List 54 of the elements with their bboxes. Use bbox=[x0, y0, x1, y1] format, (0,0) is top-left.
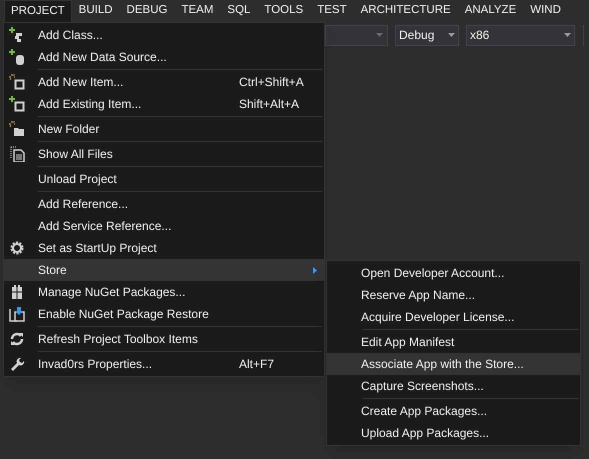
menu-tab[interactable]: TOOLS bbox=[257, 0, 310, 22]
menu-tab[interactable]: ARCHITECTURE bbox=[354, 0, 458, 22]
menu-item[interactable]: Show All Files bbox=[4, 143, 324, 165]
existing-item-icon bbox=[9, 96, 25, 112]
shortcut-label: Ctrl+Shift+A bbox=[239, 74, 304, 91]
shortcut-label: Shift+Alt+A bbox=[239, 96, 300, 113]
shortcut-label: Alt+F7 bbox=[239, 356, 274, 373]
menu-item[interactable]: Add Existing Item... Shift+Alt+A bbox=[4, 93, 324, 115]
menu-item[interactable]: Store bbox=[4, 259, 324, 281]
menu-tab[interactable]: DEBUG bbox=[120, 0, 174, 22]
menu-item[interactable]: Manage NuGet Packages... bbox=[4, 281, 324, 303]
menu-tab[interactable]: SQL bbox=[220, 0, 258, 22]
menu-tab[interactable]: PROJECT bbox=[4, 0, 72, 22]
menu-tab[interactable]: WIND bbox=[523, 0, 568, 22]
menu-item[interactable]: Upload App Packages... bbox=[327, 422, 580, 444]
menu-item[interactable]: Add Service Reference... bbox=[4, 215, 324, 237]
dropdown[interactable]: Debug bbox=[395, 24, 459, 46]
menu-item[interactable]: Refresh Project Toolbox Items bbox=[4, 328, 324, 350]
dropdown[interactable]: x86 bbox=[466, 24, 575, 46]
menu-item[interactable]: Reserve App Name... bbox=[327, 284, 580, 306]
menu-tab[interactable]: TEST bbox=[310, 0, 354, 22]
menu-item[interactable]: Add Class... bbox=[4, 24, 324, 46]
menu-item[interactable]: Add New Item... Ctrl+Shift+A bbox=[4, 71, 324, 93]
menu-item[interactable]: New Folder bbox=[4, 118, 324, 140]
menu-item[interactable]: Edit App Manifest bbox=[327, 331, 580, 353]
document-arrow-icon bbox=[9, 306, 25, 322]
menu-item[interactable]: Associate App with the Store... bbox=[327, 353, 580, 375]
menu-item[interactable]: Invad0rs Properties... Alt+F7 bbox=[4, 353, 324, 375]
caret-icon bbox=[448, 33, 455, 37]
new-folder-icon bbox=[9, 121, 25, 137]
data-source-icon bbox=[9, 49, 25, 65]
menu-item[interactable]: Acquire Developer License... bbox=[327, 306, 580, 328]
menu-tab[interactable]: BUILD bbox=[72, 0, 120, 22]
menu-item[interactable]: Set as StartUp Project bbox=[4, 237, 324, 259]
files-icon bbox=[9, 146, 25, 162]
refresh-icon bbox=[9, 331, 25, 347]
wrench-icon bbox=[9, 356, 25, 372]
dropdown[interactable] bbox=[325, 24, 388, 46]
caret-icon bbox=[564, 33, 571, 37]
menu-tab[interactable]: TEAM bbox=[174, 0, 220, 22]
menu-item[interactable]: Add Reference... bbox=[4, 193, 324, 215]
menu-item[interactable]: Unload Project bbox=[4, 168, 324, 190]
package-icon bbox=[9, 284, 25, 300]
menu-tab[interactable]: ANALYZE bbox=[458, 0, 524, 22]
menu-item[interactable]: Enable NuGet Package Restore bbox=[4, 303, 324, 325]
menu-item[interactable]: Capture Screenshots... bbox=[327, 375, 580, 397]
settings-icon bbox=[9, 240, 25, 256]
class-icon bbox=[9, 27, 25, 43]
new-item-icon bbox=[9, 74, 25, 90]
submenu-arrow-icon bbox=[313, 267, 317, 274]
caret-icon bbox=[376, 33, 383, 37]
menu-item[interactable]: Add New Data Source... bbox=[4, 46, 324, 68]
menu-item[interactable]: Create App Packages... bbox=[327, 400, 580, 422]
menu-item[interactable]: Open Developer Account... bbox=[327, 262, 580, 284]
